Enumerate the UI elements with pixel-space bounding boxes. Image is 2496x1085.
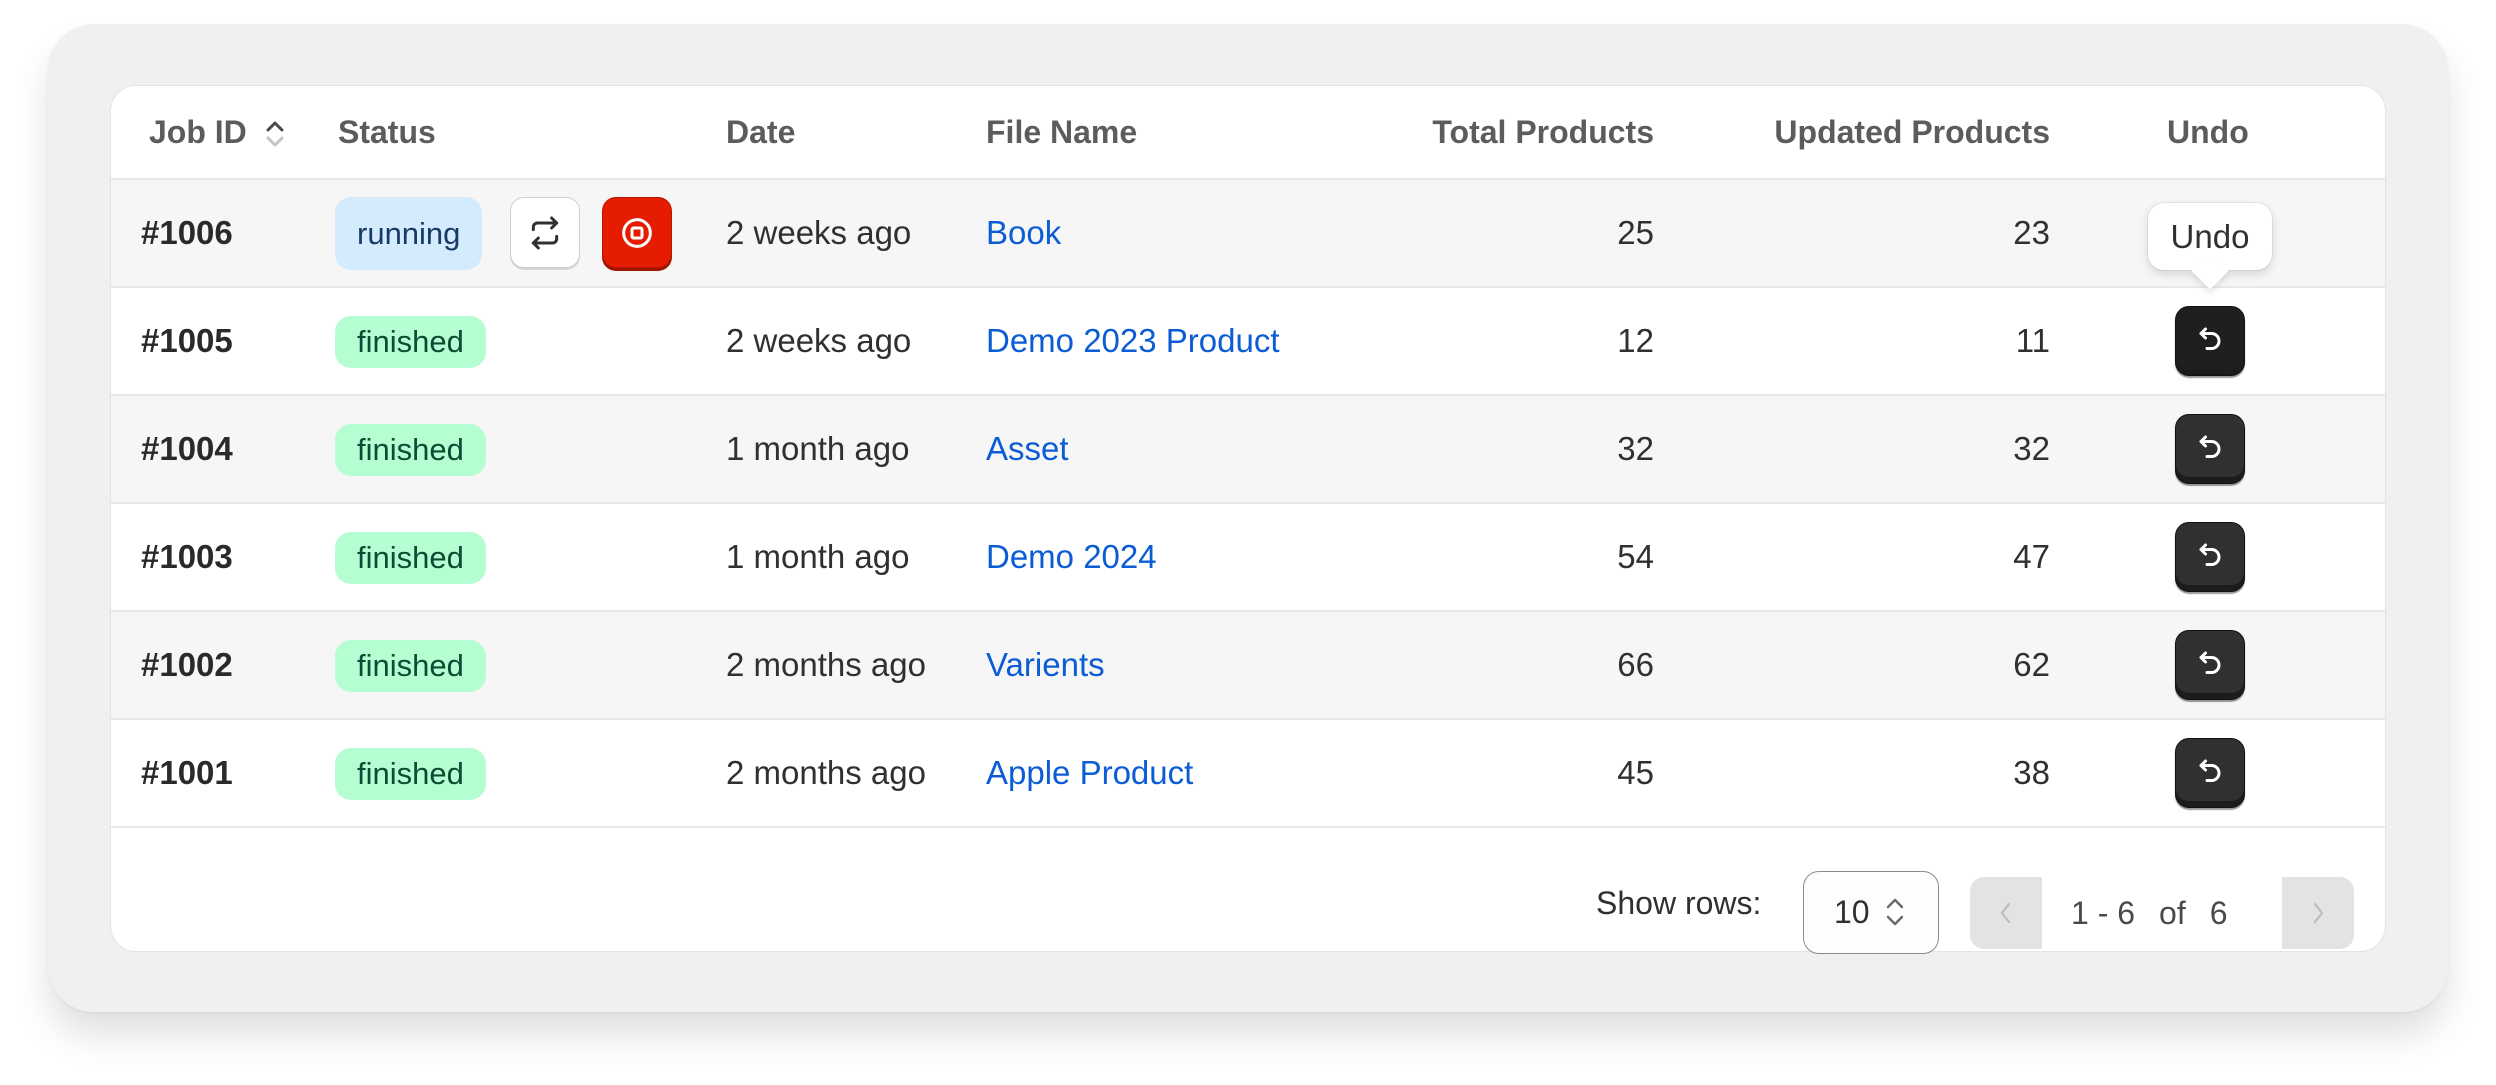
table-row: #1003 finished 1 month ago Demo 2024 54 … xyxy=(111,504,2385,612)
column-header-total-products: Total Products xyxy=(1432,114,1654,150)
total-products: 32 xyxy=(1617,430,1654,467)
status-badge: finished xyxy=(335,532,486,584)
jobs-table-card: Job ID Status Date File Name Total Produ… xyxy=(110,85,2386,954)
job-id: #1003 xyxy=(141,538,233,575)
job-date: 2 weeks ago xyxy=(726,322,912,359)
total-products: 25 xyxy=(1617,214,1654,251)
table-header: Job ID Status Date File Name Total Produ… xyxy=(111,86,2385,180)
column-label: Job ID xyxy=(149,114,247,150)
file-name-link[interactable]: Demo 2024 xyxy=(986,504,1157,610)
job-id: #1006 xyxy=(141,214,233,251)
undo-button[interactable] xyxy=(2175,306,2245,376)
next-page-button[interactable] xyxy=(2282,877,2354,949)
updated-products: 23 xyxy=(2013,214,2050,251)
tooltip-text: Undo xyxy=(2170,217,2250,255)
outer-card: Job ID Status Date File Name Total Produ… xyxy=(48,24,2448,1012)
job-id: #1005 xyxy=(141,322,233,359)
table-row: #1005 finished 2 weeks ago Demo 2023 Pro… xyxy=(111,288,2385,396)
job-date: 2 months ago xyxy=(726,646,926,683)
total-products: 12 xyxy=(1617,322,1654,359)
status-badge: finished xyxy=(335,316,486,368)
column-header-date: Date xyxy=(726,114,796,150)
file-name-link[interactable]: Apple Product xyxy=(986,720,1193,826)
total-products: 54 xyxy=(1617,538,1654,575)
total-products: 45 xyxy=(1617,754,1654,791)
status-badge: finished xyxy=(335,748,486,800)
undo-button[interactable] xyxy=(2175,414,2245,484)
refresh-button[interactable] xyxy=(510,197,580,268)
page-range: 1 - 6 of 6 xyxy=(2071,877,2228,949)
chevron-up-down-icon xyxy=(1886,898,1904,926)
column-header-updated-products: Updated Products xyxy=(1774,114,2050,150)
table-row: #1001 finished 2 months ago Apple Produc… xyxy=(111,720,2385,828)
column-header-file-name: File Name xyxy=(986,114,1138,150)
undo-icon xyxy=(2199,759,2221,782)
job-date: 1 month ago xyxy=(726,538,910,575)
job-date: 2 months ago xyxy=(726,754,926,791)
stop-button[interactable] xyxy=(602,197,672,268)
sort-ascending-icon[interactable] xyxy=(264,116,286,152)
status-badge: finished xyxy=(335,640,486,692)
job-date: 1 month ago xyxy=(726,430,910,467)
undo-icon xyxy=(2199,543,2221,566)
undo-icon xyxy=(2199,327,2221,350)
undo-tooltip: Undo xyxy=(2148,203,2272,290)
job-id: #1002 xyxy=(141,646,233,683)
show-rows-label: Show rows: xyxy=(1596,885,1762,921)
page-total: 6 xyxy=(2209,895,2228,931)
total-products: 66 xyxy=(1617,646,1654,683)
updated-products: 62 xyxy=(2013,646,2050,683)
undo-icon xyxy=(2199,435,2221,458)
file-name-link[interactable]: Varients xyxy=(986,612,1105,718)
updated-products: 47 xyxy=(2013,538,2050,575)
table-row: #1004 finished 1 month ago Asset 32 32 xyxy=(111,396,2385,504)
job-id: #1001 xyxy=(141,754,233,791)
column-header-undo: Undo xyxy=(2167,114,2249,150)
status-badge: finished xyxy=(335,424,486,476)
undo-button[interactable] xyxy=(2175,630,2245,700)
table-footer: Show rows: 10 1 - 6 of 6 xyxy=(111,854,2385,954)
chevron-right-icon xyxy=(2313,902,2324,924)
column-header-status: Status xyxy=(338,114,436,150)
file-name-link[interactable]: Asset xyxy=(986,396,1069,502)
chevron-left-icon xyxy=(2000,902,2011,924)
undo-button[interactable] xyxy=(2175,738,2245,808)
status-badge: running xyxy=(335,197,483,270)
page-range-value: 1 - 6 xyxy=(2071,895,2136,931)
file-name-link[interactable]: Book xyxy=(986,180,1061,286)
job-id: #1004 xyxy=(141,430,233,467)
rows-per-page-value: 10 xyxy=(1834,894,1870,930)
column-header-job-id[interactable]: Job ID xyxy=(149,86,247,178)
table-row: #1002 finished 2 months ago Varients 66 … xyxy=(111,612,2385,720)
stop-icon xyxy=(622,217,652,248)
updated-products: 32 xyxy=(2013,430,2050,467)
undo-icon xyxy=(2199,651,2221,674)
table-row: #1006 running 2 weeks ago Book 25 23 xyxy=(111,180,2385,288)
updated-products: 11 xyxy=(2015,322,2050,359)
rows-per-page-select[interactable]: 10 xyxy=(1803,871,1939,954)
updated-products: 38 xyxy=(2013,754,2050,791)
previous-page-button[interactable] xyxy=(1970,877,2042,949)
file-name-link[interactable]: Demo 2023 Product xyxy=(986,288,1280,394)
page-of-label: of xyxy=(2159,895,2186,931)
undo-button[interactable] xyxy=(2175,522,2245,592)
job-date: 2 weeks ago xyxy=(726,214,912,251)
refresh-icon xyxy=(531,216,559,249)
